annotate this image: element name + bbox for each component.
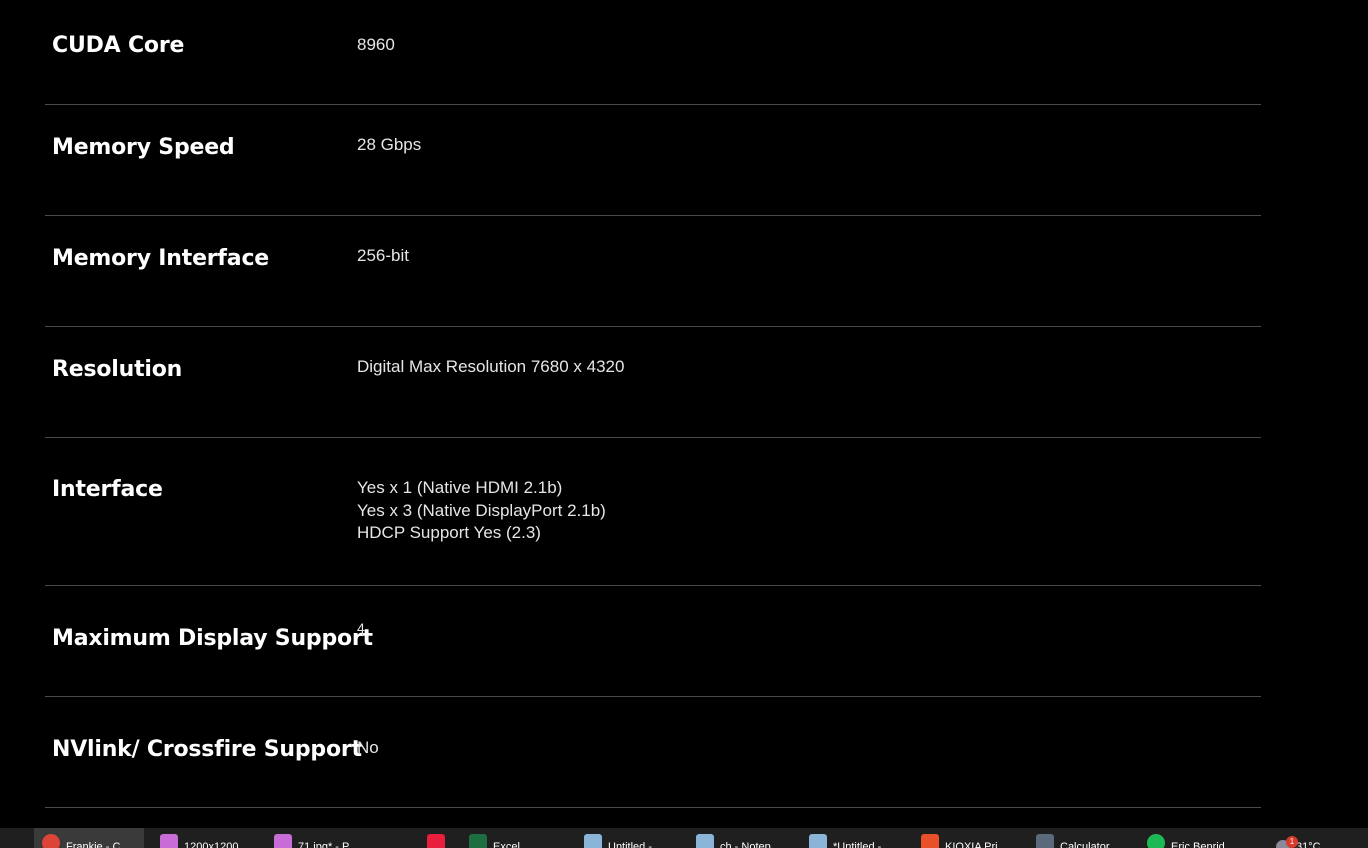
spec-row: Resolution Digital Max Resolution 7680 x … [45, 327, 1261, 438]
spec-row: Memory Speed 28 Gbps [45, 105, 1261, 216]
taskbar-item[interactable] [419, 828, 449, 848]
taskbar-item-label: KIOXIA Pri... [945, 841, 1007, 848]
spec-row: NVlink/ Crossfire Support No [45, 697, 1261, 808]
taskbar-item[interactable]: Eric Benrid... [1139, 828, 1249, 848]
spec-label: Memory Speed [52, 135, 235, 160]
notepad-icon [584, 834, 602, 848]
excel-icon [469, 834, 487, 848]
spec-row: Memory Interface 256-bit [45, 216, 1261, 327]
spec-page: CUDA Core 8960 Memory Speed 28 Gbps Memory I… [0, 0, 1368, 828]
spec-value: Digital Max Resolution 7680 x 4320 [357, 356, 624, 379]
spec-row: CUDA Core 8960 [45, 0, 1261, 105]
spec-label: CUDA Core [52, 33, 185, 58]
spec-value-line: 8960 [357, 35, 395, 54]
calculator-icon [1036, 834, 1054, 848]
spec-label: Resolution [52, 357, 183, 382]
taskbar-item-label: Eric Benrid... [1171, 841, 1234, 848]
spec-label: Memory Interface [52, 246, 270, 271]
taskbar-item-label: 71.jpg* - P... [298, 841, 358, 848]
spec-label: Interface [52, 477, 163, 502]
spec-value: 4 [357, 617, 365, 640]
taskbar-item-label: Calculator [1060, 841, 1110, 848]
spec-row: Maximum Display Support 4 [45, 586, 1261, 697]
spotify-icon [1147, 834, 1165, 848]
taskbar-item[interactable]: Frankie - C [34, 828, 144, 848]
spec-value: 8960 [357, 34, 395, 57]
chrome-icon [42, 834, 60, 848]
taskbar-item-label: *Untitled -... [833, 841, 891, 848]
paint-icon [274, 834, 292, 848]
taskbar-item[interactable]: *Untitled -... [801, 828, 911, 848]
spec-value: No [357, 737, 379, 760]
taskbar-item[interactable]: Calculator [1028, 828, 1134, 848]
spec-value: 28 Gbps [357, 134, 421, 157]
spec-value-line: HDCP Support Yes (2.3) [357, 523, 541, 542]
taskbar-item[interactable]: ch - Notep... [688, 828, 798, 848]
spec-value-line: 4 [357, 620, 365, 636]
weather-temperature: 31°C [1296, 841, 1321, 848]
spec-value-line: 256-bit [357, 246, 409, 265]
spec-value-line: Yes x 1 (Native HDMI 2.1b) [357, 478, 563, 497]
taskbar-item-label: Frankie - C [66, 841, 121, 848]
taskbar-item[interactable]: 71.jpg* - P... [266, 828, 376, 848]
spec-row: Interface Yes x 1 (Native HDMI 2.1b) Yes x… [45, 438, 1261, 586]
paint-icon [160, 834, 178, 848]
spec-value-line: Digital Max Resolution 7680 x 4320 [357, 357, 625, 376]
spec-table: CUDA Core 8960 Memory Speed 28 Gbps Memory I… [45, 0, 1261, 808]
spec-value: Yes x 1 (Native HDMI 2.1b) Yes x 3 (Nativ… [357, 477, 606, 545]
notepad-icon [809, 834, 827, 848]
kioxia-icon [921, 834, 939, 848]
spec-label: Maximum Display Support [52, 626, 373, 651]
notepad-icon [696, 834, 714, 848]
app-icon [427, 834, 445, 848]
taskbar-item[interactable]: Excel [461, 828, 571, 848]
taskbar-item[interactable]: Untitled -... [576, 828, 686, 848]
taskbar-item-label: 1200x1200... [184, 841, 248, 848]
taskbar-item-label: Excel [493, 841, 520, 848]
taskbar: Frankie - C 1200x1200... 71.jpg* - P... Exc… [0, 828, 1368, 848]
taskbar-item-label: ch - Notep... [720, 841, 780, 848]
taskbar-item[interactable]: KIOXIA Pri... [913, 828, 1023, 848]
spec-value-line: Yes x 3 (Native DisplayPort 2.1b) [357, 500, 606, 520]
taskbar-item[interactable]: 1200x1200... [152, 828, 262, 848]
spec-value-line: No [357, 738, 379, 757]
spec-value-line: 28 Gbps [357, 135, 422, 154]
taskbar-item-label: Untitled -... [608, 841, 662, 848]
spec-label: NVlink/ Crossfire Support [52, 737, 362, 762]
spec-value: 256-bit [357, 245, 409, 268]
notification-badge: 1 [1286, 836, 1298, 848]
